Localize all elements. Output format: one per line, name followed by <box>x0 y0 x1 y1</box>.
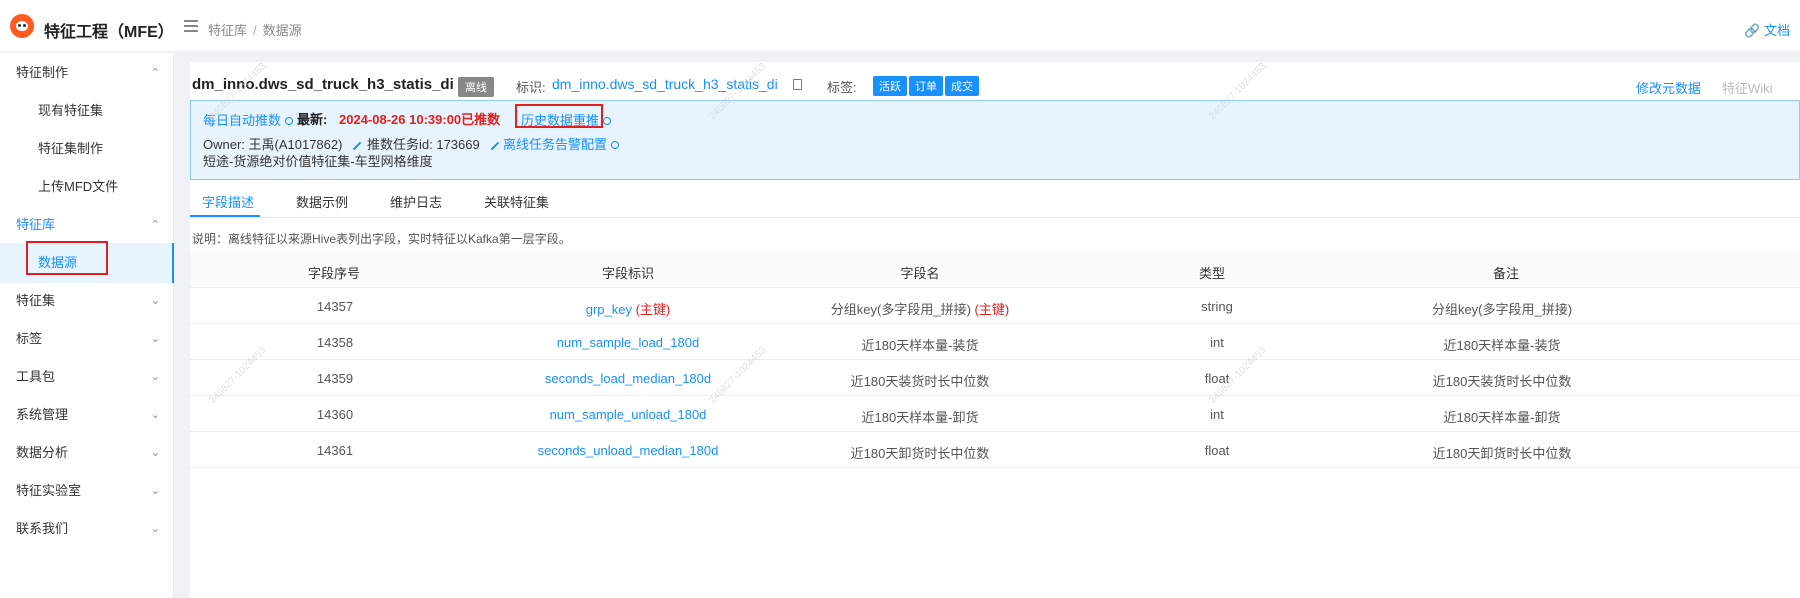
tag-badge: 活跃 <box>873 76 907 96</box>
breadcrumb: 特征库 / 数据源 <box>208 23 302 38</box>
chevron-down-icon: ⌄ <box>150 409 160 421</box>
tag-badge: 成交 <box>945 76 979 96</box>
link-icon <box>609 139 621 151</box>
link-icon <box>601 115 613 127</box>
ident-label: 标识: <box>516 80 546 95</box>
table-row: 14359 seconds_load_median_180d 近180天装货时长… <box>190 360 1800 396</box>
cell-name: 近180天装货时长中位数 <box>850 374 990 389</box>
sidebar: 特征制作 ⌃ 现有特征集 特征集制作 上传MFD文件 特征库 ⌃ 数据源 特征集 ⌄ … <box>0 53 174 598</box>
cell-seq: 14361 <box>316 443 354 458</box>
cell-remark: 近180天卸货时长中位数 <box>1432 446 1572 461</box>
chevron-down-icon: ⌄ <box>150 371 160 383</box>
column-header: 类型 <box>1198 266 1226 281</box>
chevron-up-icon: ⌃ <box>150 219 160 231</box>
column-header: 字段标识 <box>601 266 655 281</box>
doc-link[interactable]: 🔗 文档 <box>1744 20 1790 39</box>
chevron-down-icon: ⌄ <box>150 523 160 535</box>
cell-name: 近180天样本量-装货 <box>861 338 979 353</box>
offline-tag: 离线 <box>458 77 494 97</box>
detail-card: dm_inno.dws_sd_truck_h3_statis_di 离线 标识:… <box>190 61 1800 598</box>
sidebar-item-existing-sets[interactable]: 现有特征集 <box>0 91 174 131</box>
cell-seq: 14358 <box>316 335 354 350</box>
cell-remark: 分组key(多字段用_拼接) <box>1431 302 1573 317</box>
sidebar-item-feature-lib[interactable]: 特征库 ⌃ <box>0 205 174 245</box>
cell-key[interactable]: num_sample_unload_180d <box>550 407 707 422</box>
edit-icon[interactable] <box>353 141 362 150</box>
cell-name: 近180天卸货时长中位数 <box>850 446 990 461</box>
tab-maintenance-log[interactable]: 维护日志 <box>390 192 442 211</box>
cell-name: 近180天样本量-卸货 <box>861 410 979 425</box>
doc-link-label: 文档 <box>1763 23 1790 38</box>
sidebar-item-analysis[interactable]: 数据分析 ⌄ <box>0 433 174 473</box>
table-header: 字段序号 字段标识 字段名 类型 备注 <box>190 252 1800 288</box>
cell-type: string <box>1201 299 1233 314</box>
feature-wiki-link[interactable]: 特征Wiki <box>1722 78 1773 97</box>
chevron-down-icon: ⌄ <box>150 295 160 307</box>
breadcrumb-item-datasource: 数据源 <box>262 23 302 38</box>
cell-seq: 14360 <box>316 407 354 422</box>
breadcrumb-item-featurelib[interactable]: 特征库 <box>208 23 247 38</box>
app-title: 特征工程（MFE） <box>44 24 174 41</box>
chevron-down-icon: ⌄ <box>150 447 160 459</box>
top-header: 特征工程（MFE） 特征库 / 数据源 🔗 文档 <box>0 0 1800 52</box>
sidebar-item-lab[interactable]: 特征实验室 ⌄ <box>0 471 174 511</box>
latest-label: 最新: <box>297 112 328 127</box>
sidebar-item-feature-make[interactable]: 特征制作 ⌃ <box>0 53 174 93</box>
edit-metadata-link[interactable]: 修改元数据 <box>1636 78 1701 97</box>
table-row: 14361 seconds_unload_median_180d 近180天卸货… <box>190 432 1800 468</box>
column-header: 字段名 <box>900 266 940 281</box>
detail-tabs: 字段描述 数据示例 维护日志 关联特征集 <box>190 182 1800 218</box>
column-header: 字段序号 <box>307 266 361 281</box>
table-row: 14360 num_sample_unload_180d 近180天样本量-卸货… <box>190 396 1800 432</box>
column-header: 备注 <box>1492 266 1520 281</box>
sidebar-item-toolkit[interactable]: 工具包 ⌄ <box>0 357 174 397</box>
sidebar-item-feature-set[interactable]: 特征集 ⌄ <box>0 281 174 321</box>
latest-push-value: 2024-08-26 10:39:00已推数 <box>339 112 501 127</box>
cell-remark: 近180天样本量-装货 <box>1443 338 1561 353</box>
field-note: 说明：离线特征以来源Hive表列出字段，实时特征以Kafka第一层字段。 <box>192 232 571 246</box>
tags-label: 标签: <box>827 80 857 95</box>
alert-config-link[interactable]: 离线任务告警配置 <box>503 134 621 153</box>
cell-key[interactable]: grp_key (主键) <box>586 299 671 318</box>
table-row: 14358 num_sample_load_180d 近180天样本量-装货 i… <box>190 324 1800 360</box>
primary-key-mark: (主键) <box>635 302 671 317</box>
table-row: 14357 grp_key (主键) 分组key(多字段用_拼接) (主键) s… <box>190 288 1800 324</box>
sidebar-item-system[interactable]: 系统管理 ⌄ <box>0 395 174 435</box>
sidebar-item-tags[interactable]: 标签 ⌄ <box>0 319 174 359</box>
copy-icon[interactable] <box>793 79 802 90</box>
datasource-description: 短途-货源绝对价值特征集-车型网格维度 <box>203 154 433 169</box>
info-panel: 每日自动推数 最新: 2024-08-26 10:39:00已推数 历史数据重推… <box>190 100 1800 180</box>
tab-data-sample[interactable]: 数据示例 <box>296 192 348 211</box>
cell-remark: 近180天装货时长中位数 <box>1432 374 1572 389</box>
chevron-down-icon: ⌄ <box>150 333 160 345</box>
chevron-down-icon: ⌄ <box>150 485 160 497</box>
link-icon: 🔗 <box>1744 23 1761 38</box>
sidebar-item-upload-mfd[interactable]: 上传MFD文件 <box>0 167 174 207</box>
highlight-box <box>26 241 108 275</box>
field-table: 字段序号 字段标识 字段名 类型 备注 14357 grp_key (主键) 分… <box>190 252 1800 468</box>
cell-seq: 14357 <box>316 299 354 314</box>
primary-key-mark: (主键) <box>974 302 1010 317</box>
active-tab-indicator <box>190 215 260 217</box>
tab-field-desc[interactable]: 字段描述 <box>202 192 254 211</box>
cell-type: int <box>1210 407 1224 422</box>
cell-key[interactable]: seconds_load_median_180d <box>545 371 711 386</box>
chevron-up-icon: ⌃ <box>150 67 160 79</box>
sidebar-item-contact[interactable]: 联系我们 ⌄ <box>0 509 174 549</box>
tab-related-sets[interactable]: 关联特征集 <box>484 192 549 211</box>
edit-icon[interactable] <box>490 141 499 150</box>
cell-key[interactable]: seconds_unload_median_180d <box>538 443 719 458</box>
cell-type: float <box>1204 443 1230 458</box>
tag-badge: 订单 <box>909 76 943 96</box>
cell-remark: 近180天样本量-卸货 <box>1443 410 1561 425</box>
cell-key[interactable]: num_sample_load_180d <box>557 335 699 350</box>
cell-name: 分组key(多字段用_拼接) (主键) <box>830 302 1010 317</box>
cell-type: int <box>1210 335 1224 350</box>
highlight-box <box>515 104 603 128</box>
app-logo-icon[interactable] <box>10 14 34 38</box>
sidebar-item-set-make[interactable]: 特征集制作 <box>0 129 174 169</box>
menu-collapse-icon[interactable] <box>184 20 198 32</box>
cell-seq: 14359 <box>316 371 354 386</box>
link-icon <box>283 115 295 127</box>
